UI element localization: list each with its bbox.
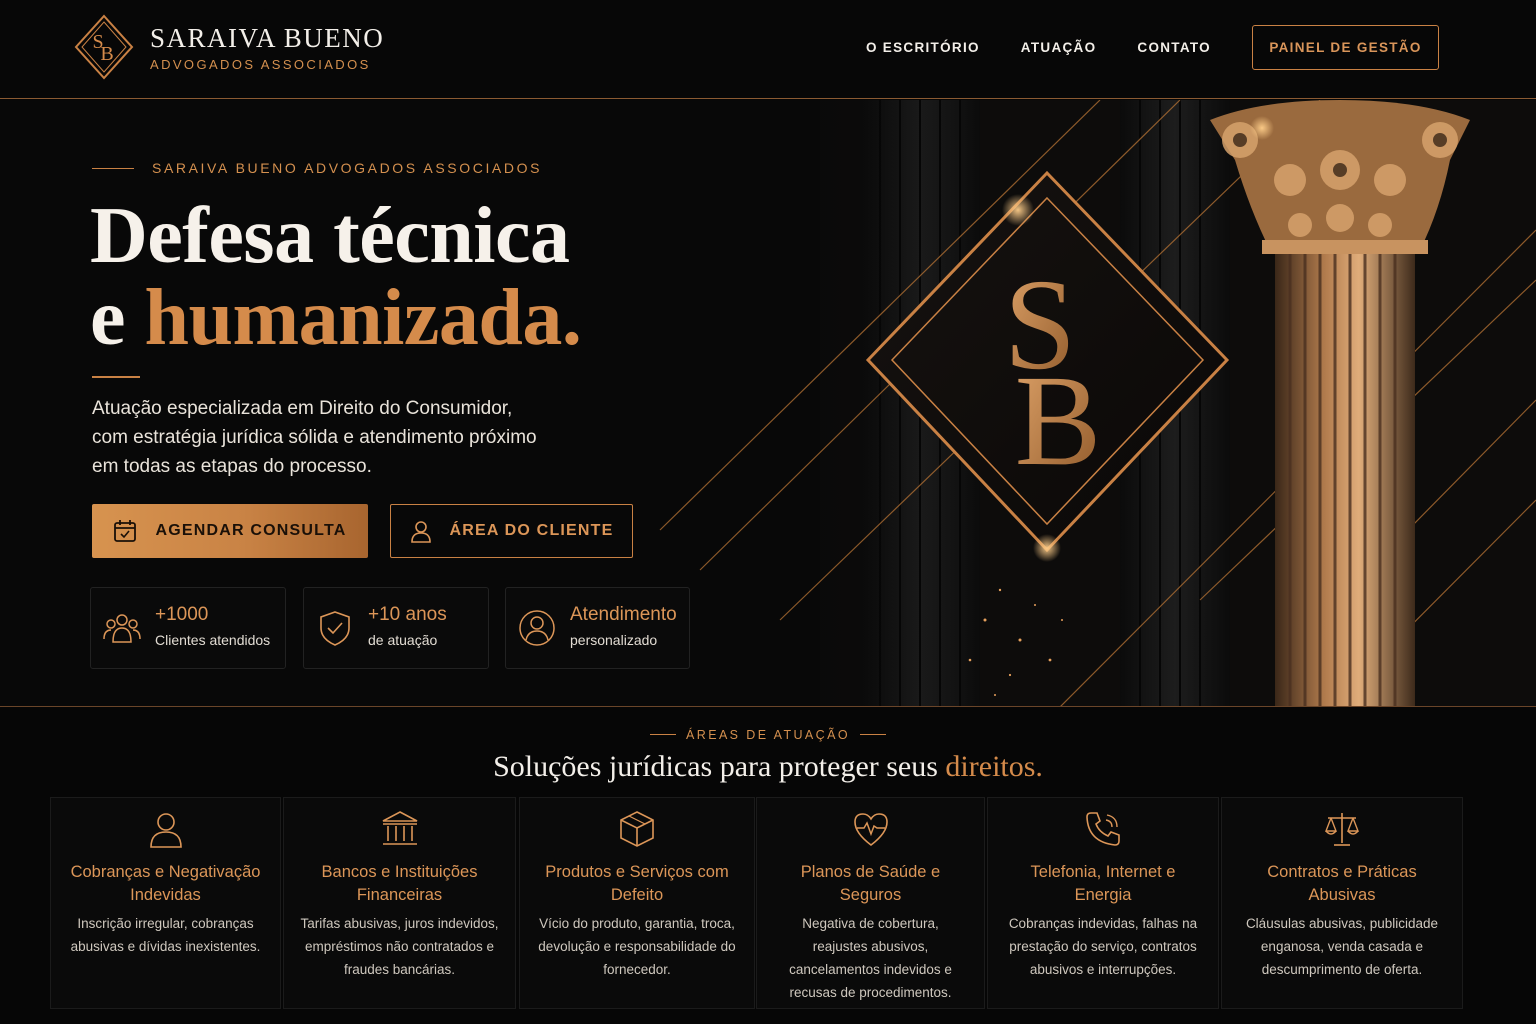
stat-card-service: Atendimento personalizado — [505, 587, 690, 669]
eyebrow-divider — [92, 167, 134, 169]
stat-clients-value: +1000 — [155, 604, 209, 625]
logo-name: SARAIVA BUENO — [150, 22, 385, 53]
client-area-button[interactable]: ÁREA DO CLIENTE — [390, 504, 633, 558]
hero-title: Defesa técnica e humanizada. — [90, 192, 582, 362]
person-icon — [519, 610, 555, 646]
stat-service-label: personalizado — [570, 632, 658, 648]
box-icon — [620, 811, 654, 847]
hero-title-accent: humanizada. — [144, 274, 582, 362]
area-card-desc: Inscrição irregular, cobranças abusivas … — [70, 916, 261, 954]
nav-item-contato[interactable]: CONTATO — [1137, 40, 1211, 55]
stat-card-clients: +1000 Clientes atendidos — [90, 587, 286, 669]
areas-title-accent: direitos. — [945, 749, 1043, 783]
nav-item-atuacao[interactable]: ATUAÇÃO — [1021, 40, 1097, 55]
hero-title-line1: Defesa técnica — [90, 192, 570, 280]
calendar-icon — [114, 520, 137, 542]
management-panel-button[interactable]: PAINEL DE GESTÃO — [1252, 25, 1439, 70]
site-header: S B SARAIVA BUENO ADVOGADOS ASSOCIADOS O… — [0, 0, 1536, 99]
area-card-saude[interactable]: Planos de Saúde e Seguros Negativa de co… — [756, 797, 985, 1009]
area-card-telefonia[interactable]: Telefonia, Internet e Energia Cobranças … — [987, 797, 1219, 1009]
nav-item-escritorio[interactable]: O ESCRITÓRIO — [866, 40, 980, 55]
area-card-contratos[interactable]: Contratos e Práticas Abusivas Cláusulas … — [1221, 797, 1463, 1009]
svg-text:B: B — [100, 43, 113, 65]
client-area-label: ÁREA DO CLIENTE — [449, 522, 614, 539]
shield-check-icon — [320, 611, 350, 646]
schedule-consultation-button[interactable]: AGENDAR CONSULTA — [92, 504, 368, 558]
bank-icon — [382, 811, 417, 845]
area-card-desc: Tarifas abusivas, juros indevidos, empré… — [300, 916, 499, 977]
area-card-desc: Cobranças indevidas, falhas na prestação… — [1008, 916, 1198, 977]
eyebrow-divider-right — [859, 734, 886, 735]
person-icon — [149, 813, 182, 848]
users-icon — [103, 614, 141, 643]
main-nav: O ESCRITÓRIO ATUAÇÃO CONTATO PAINEL DE G… — [866, 25, 1439, 70]
schedule-consultation-label: AGENDAR CONSULTA — [155, 522, 347, 539]
logo[interactable]: S B SARAIVA BUENO ADVOGADOS ASSOCIADOS — [74, 14, 384, 80]
hero-eyebrow-text: SARAIVA BUENO ADVOGADOS ASSOCIADOS — [152, 160, 543, 176]
area-card-desc: Negativa de cobertura, reajustes abusivo… — [789, 916, 952, 1000]
title-divider — [92, 376, 140, 378]
hero-title-line2-prefix: e — [90, 274, 145, 362]
stat-service-value: Atendimento — [570, 604, 677, 625]
area-card-title: Bancos e Instituições Financeiras — [321, 863, 478, 904]
stat-years-value: +10 anos — [368, 604, 447, 625]
areas-eyebrow: ÁREAS DE ATUAÇÃO — [640, 728, 896, 742]
area-card-title: Telefonia, Internet e Energia — [1030, 863, 1176, 904]
user-icon — [411, 521, 432, 543]
eyebrow-divider-left — [650, 734, 677, 735]
scales-icon — [1324, 813, 1360, 846]
area-card-title: Contratos e Práticas Abusivas — [1267, 863, 1417, 904]
svg-text:B: B — [1015, 349, 1102, 493]
areas-title: Soluções jurídicas para proteger seus di… — [0, 750, 1536, 784]
stat-clients-label: Clientes atendidos — [155, 632, 271, 648]
area-card-bancos[interactable]: Bancos e Instituições Financeiras Tarifa… — [283, 797, 516, 1009]
hero-section: S B SARAIVA BUENO ADVOGADOS ASSOCIADOS D… — [0, 100, 1536, 707]
area-card-title: Produtos e Serviços com Defeito — [545, 863, 729, 904]
logo-monogram-icon: S B — [74, 14, 134, 80]
areas-eyebrow-text: ÁREAS DE ATUAÇÃO — [686, 727, 850, 742]
stat-years-label: de atuação — [368, 632, 438, 648]
hero-lead: Atuação especializada em Direito do Cons… — [92, 398, 537, 477]
hero-eyebrow: SARAIVA BUENO ADVOGADOS ASSOCIADOS — [92, 160, 542, 176]
phone-icon — [1086, 812, 1120, 846]
areas-header: ÁREAS DE ATUAÇÃO Soluções jurídicas para… — [0, 722, 1536, 784]
stat-card-years: +10 anos de atuação — [303, 587, 489, 669]
area-card-cobrancas[interactable]: Cobranças e Negativação Indevidas Inscri… — [50, 797, 281, 1009]
area-card-desc: Vício do produto, garantia, troca, devol… — [538, 916, 736, 977]
heart-pulse-icon — [853, 813, 888, 847]
area-card-desc: Cláusulas abusivas, publicidade enganosa… — [1245, 916, 1439, 977]
areas-title-prefix: Soluções jurídicas para proteger seus — [493, 749, 946, 783]
area-card-produtos[interactable]: Produtos e Serviços com Defeito Vício do… — [519, 797, 755, 1009]
area-card-title: Planos de Saúde e Seguros — [800, 863, 941, 904]
area-card-title: Cobranças e Negativação Indevidas — [70, 863, 261, 904]
logo-subtitle: ADVOGADOS ASSOCIADOS — [150, 56, 371, 72]
